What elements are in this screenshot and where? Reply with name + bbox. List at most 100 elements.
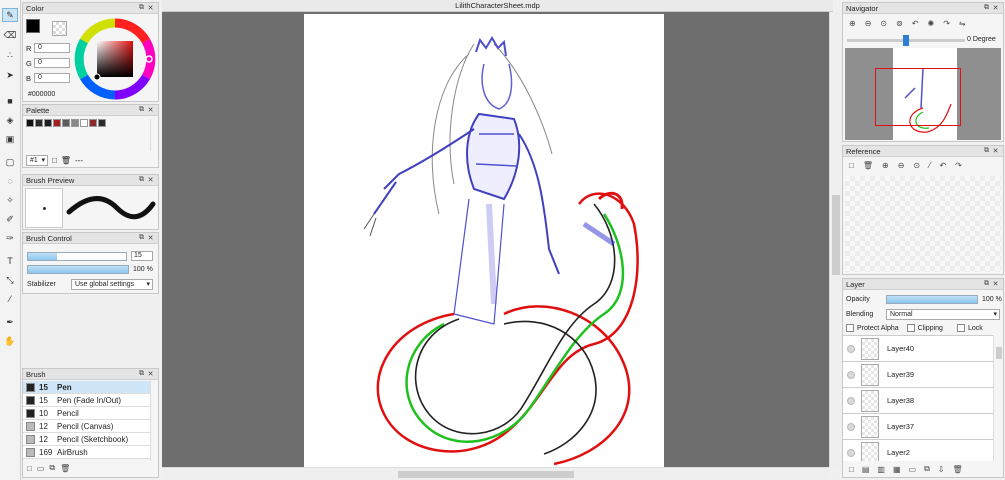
blue-input[interactable]: 0 — [34, 73, 70, 83]
close-icon[interactable]: ✕ — [991, 280, 1000, 288]
reference-view[interactable] — [845, 176, 1001, 272]
float-icon[interactable]: ⧉ — [137, 370, 146, 378]
lock-checkbox[interactable] — [956, 324, 965, 332]
layer-visibility-icon[interactable] — [847, 370, 855, 379]
palette-swatch[interactable] — [71, 119, 79, 127]
rotate-left-icon[interactable]: ↶ — [912, 19, 919, 28]
layer-opacity-slider[interactable] — [886, 295, 978, 304]
rotate-left-icon[interactable]: ↶ — [939, 161, 946, 170]
layer-row[interactable]: Layer38 — [843, 388, 993, 414]
palette-swatch[interactable] — [89, 119, 97, 127]
layer-row[interactable]: Layer37 — [843, 414, 993, 440]
brush-item[interactable]: 15 Pen (Fade In/Out) — [23, 394, 150, 407]
rotate-right-icon[interactable]: ↷ — [943, 19, 950, 28]
duplicate-layer-icon[interactable]: ⧉ — [924, 464, 930, 474]
float-icon[interactable]: ⧉ — [982, 147, 991, 155]
flip-icon[interactable]: ⇋ — [959, 19, 966, 28]
close-icon[interactable]: ✕ — [146, 106, 155, 114]
zoom-in-icon[interactable]: ⊕ — [849, 19, 856, 28]
zoom-fit-icon[interactable]: ⊙ — [913, 161, 920, 170]
folder-icon[interactable]: ▭ — [37, 464, 45, 473]
transparent-color-swatch[interactable] — [52, 21, 67, 36]
close-icon[interactable]: ✕ — [991, 147, 1000, 155]
horizontal-scroll-thumb[interactable] — [398, 471, 574, 478]
new-brush-icon[interactable]: □ — [27, 464, 32, 473]
brush-size-input[interactable]: 15 — [131, 251, 153, 261]
eyedropper-icon[interactable]: ⁄ — [929, 161, 930, 170]
protect-alpha-checkbox[interactable] — [846, 324, 854, 332]
dot-tool-icon[interactable]: ∴ — [2, 48, 18, 62]
foreground-color-swatch[interactable] — [26, 19, 40, 33]
palette-scrollbar[interactable] — [150, 119, 156, 151]
lasso-icon[interactable]: ◌ — [2, 174, 18, 188]
text-icon[interactable]: T — [2, 254, 18, 268]
delete-reference-icon[interactable]: 🗑 — [863, 161, 873, 170]
new-1bit-layer-icon[interactable]: ▦ — [893, 465, 901, 474]
float-icon[interactable]: ⧉ — [137, 106, 146, 114]
select-arrow-icon[interactable]: ➤ — [2, 68, 18, 82]
zoom-in-icon[interactable]: ⊕ — [882, 161, 889, 170]
float-icon[interactable]: ⧉ — [137, 4, 146, 12]
palette-swatch[interactable] — [80, 119, 88, 127]
canvas-horizontal-scrollbar[interactable] — [162, 467, 829, 480]
zoom-out-icon[interactable]: ⊖ — [865, 19, 872, 28]
rect-select-icon[interactable]: ▢ — [2, 155, 18, 169]
float-icon[interactable]: ⧉ — [982, 4, 991, 12]
navigator-preview[interactable] — [845, 48, 1001, 140]
palette-swatch[interactable] — [35, 119, 43, 127]
rotate-right-icon[interactable]: ↷ — [955, 161, 962, 170]
float-icon[interactable]: ⧉ — [137, 176, 146, 184]
rotate-reset-icon[interactable]: ✺ — [928, 19, 935, 28]
new-halftone-layer-icon[interactable]: ▤ — [862, 465, 870, 474]
open-reference-icon[interactable]: □ — [849, 161, 854, 170]
stabilizer-dropdown[interactable]: Use global settings — [71, 279, 153, 290]
close-icon[interactable]: ✕ — [146, 4, 155, 12]
close-icon[interactable]: ✕ — [146, 370, 155, 378]
pipette-icon[interactable]: ✒ — [2, 315, 18, 329]
layer-visibility-icon[interactable] — [847, 396, 855, 405]
clipping-checkbox[interactable] — [906, 324, 915, 332]
selection-pen-icon[interactable]: ✐ — [2, 212, 18, 226]
green-input[interactable]: 0 — [34, 58, 70, 68]
palette-swatch[interactable] — [44, 119, 52, 127]
vertical-scroll-thumb[interactable] — [832, 195, 840, 275]
pen-tool-icon[interactable]: ✎ — [2, 8, 18, 22]
palette-swatch[interactable] — [62, 119, 70, 127]
merge-layer-icon[interactable]: ⇩ — [938, 465, 945, 474]
fill-rect-icon[interactable]: ■ — [2, 94, 18, 108]
close-icon[interactable]: ✕ — [146, 234, 155, 242]
zoom-fit-icon[interactable]: ⊙ — [880, 19, 887, 28]
brush-item[interactable]: 12 Pencil (Sketchbook) — [23, 433, 150, 446]
float-icon[interactable]: ⧉ — [137, 234, 146, 242]
brush-size-slider[interactable] — [27, 251, 127, 261]
layer-visibility-icon[interactable] — [847, 344, 855, 353]
palette-swatch[interactable] — [26, 119, 34, 127]
close-icon[interactable]: ✕ — [991, 4, 1000, 12]
eyedropper-icon[interactable]: ⁄ — [2, 292, 18, 306]
zoom-out-icon[interactable]: ⊖ — [898, 161, 905, 170]
eraser-tool-icon[interactable]: ⌫ — [2, 28, 18, 42]
delete-brush-icon[interactable]: 🗑 — [60, 464, 70, 473]
navigator-viewport[interactable] — [875, 68, 961, 126]
palette-swatch[interactable] — [98, 119, 106, 127]
layer-visibility-icon[interactable] — [847, 422, 855, 431]
color-wheel[interactable] — [73, 17, 157, 101]
brush-opacity-slider[interactable] — [27, 265, 129, 274]
brush-item[interactable]: 169 AirBrush — [23, 446, 150, 459]
layer-row[interactable]: Layer40 — [843, 336, 993, 362]
brush-item[interactable]: 12 Pencil (Canvas) — [23, 420, 150, 433]
brush-item[interactable]: 15Pen⚙ — [23, 381, 150, 394]
close-icon[interactable]: ✕ — [146, 176, 155, 184]
layer-row[interactable]: Layer39 — [843, 362, 993, 388]
layer-visibility-icon[interactable] — [847, 448, 855, 457]
new-layer-icon[interactable]: □ — [849, 465, 854, 474]
new-8bit-layer-icon[interactable]: ▥ — [877, 465, 885, 474]
canvas-area[interactable] — [162, 12, 829, 467]
layer-list-scrollbar[interactable] — [993, 335, 1003, 461]
zoom-actual-icon[interactable]: ⊚ — [896, 19, 903, 28]
red-input[interactable]: 0 — [34, 43, 70, 53]
gradient-icon[interactable]: ▣ — [2, 132, 18, 146]
blending-dropdown[interactable]: Normal — [886, 309, 1000, 320]
drawing-canvas[interactable] — [304, 14, 664, 467]
palette-set-dropdown[interactable]: #1 — [26, 155, 48, 166]
